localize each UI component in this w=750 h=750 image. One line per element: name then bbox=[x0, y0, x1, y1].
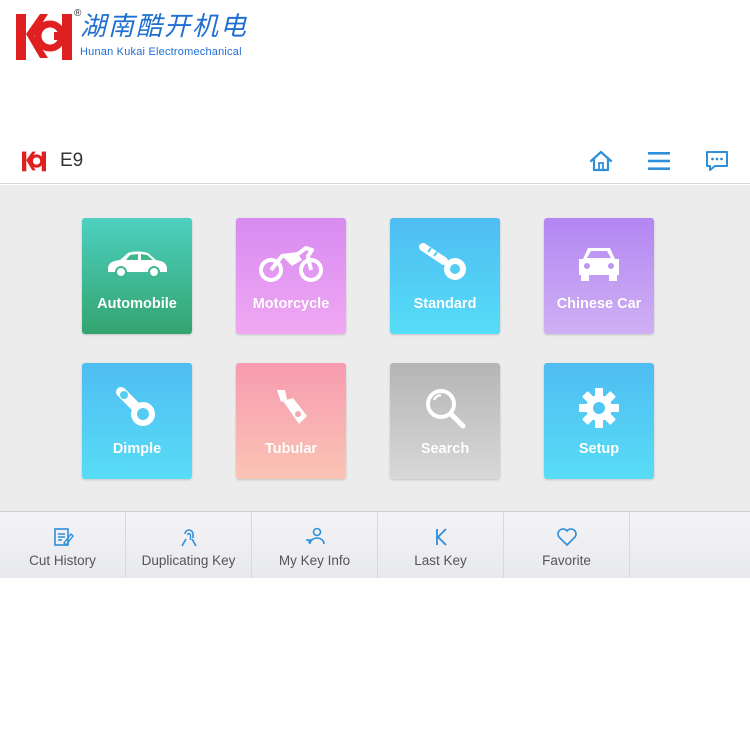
tile-standard[interactable]: Standard bbox=[390, 218, 500, 334]
tubular-key-icon bbox=[277, 390, 307, 424]
message-button[interactable] bbox=[700, 148, 734, 174]
menu-icon bbox=[648, 152, 670, 170]
kukai-logo bbox=[14, 8, 74, 64]
brand-name-cn: 湖南酷开机电 bbox=[80, 12, 249, 42]
nav-last-key[interactable]: Last Key bbox=[378, 512, 504, 578]
user-key-icon bbox=[305, 527, 325, 545]
heart-icon bbox=[556, 528, 577, 546]
tile-chinese-car[interactable]: Chinese Car bbox=[544, 218, 654, 334]
brand-name-en: Hunan Kukai Electromechanical bbox=[80, 46, 242, 58]
app-title: E9 bbox=[60, 149, 84, 171]
dimple-key-icon bbox=[116, 387, 155, 426]
tile-motorcycle[interactable]: Motorcycle bbox=[236, 218, 346, 334]
nav-label: My Key Info bbox=[278, 553, 351, 568]
nav-cut-history[interactable]: Cut History bbox=[0, 512, 126, 578]
app-logo-icon bbox=[20, 149, 48, 173]
gear-icon bbox=[579, 388, 619, 428]
nav-my-key-info[interactable]: My Key Info bbox=[252, 512, 378, 578]
main-grid: Automobile Motorcycle Standard Chinese C… bbox=[0, 185, 750, 511]
tile-label: Dimple bbox=[112, 441, 162, 457]
tile-label: Setup bbox=[578, 441, 620, 457]
bottom-nav: Cut History Duplicating Key My Key Info bbox=[0, 511, 750, 578]
tile-label: Tubular bbox=[264, 441, 318, 457]
nav-label: Last Key bbox=[414, 553, 467, 568]
car-side-icon bbox=[108, 251, 167, 278]
tile-setup[interactable]: Setup bbox=[544, 363, 654, 479]
magnifier-icon bbox=[426, 389, 466, 429]
tile-label: Standard bbox=[413, 296, 477, 312]
tile-dimple[interactable]: Dimple bbox=[82, 363, 192, 479]
tile-label: Automobile bbox=[97, 296, 177, 312]
nav-label: Cut History bbox=[29, 553, 96, 568]
message-icon bbox=[706, 151, 728, 171]
tile-tubular[interactable]: Tubular bbox=[236, 363, 346, 479]
nav-favorite[interactable]: Favorite bbox=[504, 512, 630, 578]
home-icon bbox=[589, 150, 613, 172]
app-header: E9 bbox=[0, 138, 750, 184]
standard-key-icon bbox=[419, 243, 466, 280]
brand-banner: ® 湖南酷开机电 Hunan Kukai Electromechanical bbox=[14, 8, 248, 66]
tile-label: Search bbox=[420, 441, 470, 457]
motorcycle-icon bbox=[259, 246, 323, 282]
tile-automobile[interactable]: Automobile bbox=[82, 218, 192, 334]
home-button[interactable] bbox=[584, 148, 618, 174]
tile-label: Motorcycle bbox=[252, 296, 330, 312]
nav-label: Favorite bbox=[542, 553, 591, 568]
car-front-icon bbox=[579, 248, 619, 281]
tile-label: Chinese Car bbox=[556, 296, 642, 312]
tile-search[interactable]: Search bbox=[390, 363, 500, 479]
registered-mark: ® bbox=[74, 8, 82, 19]
menu-button[interactable] bbox=[642, 148, 676, 174]
nav-label: Duplicating Key bbox=[141, 553, 236, 568]
k-letter-icon bbox=[435, 528, 447, 546]
nav-duplicating-key[interactable]: Duplicating Key bbox=[126, 512, 252, 578]
fingerprint-hand-icon bbox=[180, 529, 197, 547]
edit-note-icon bbox=[53, 528, 74, 547]
